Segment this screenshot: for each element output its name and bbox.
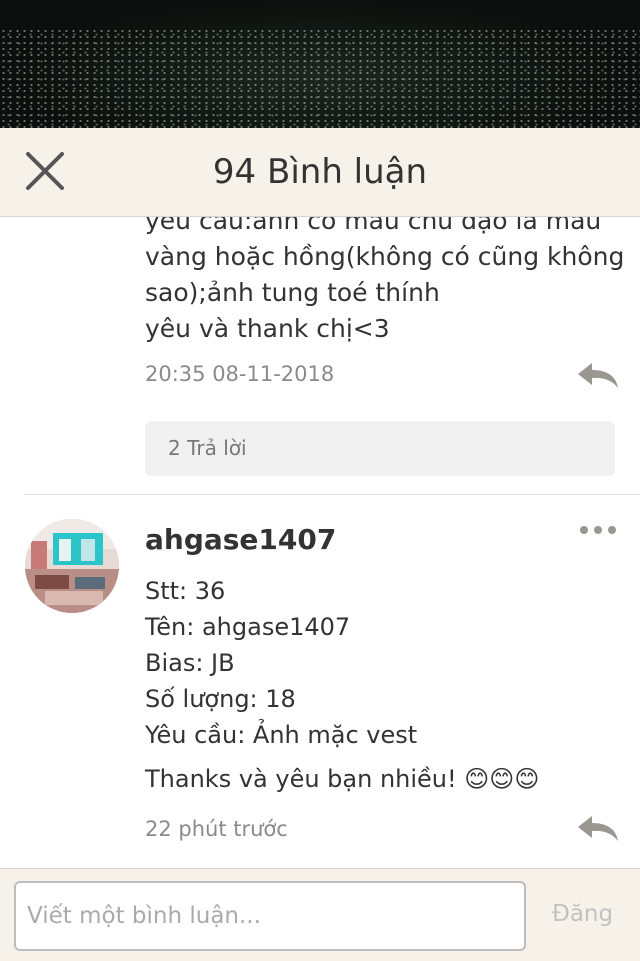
comment-timestamp: 22 phút trước (145, 817, 288, 841)
comment-line: vàng hoặc hồng(không có cũng không (145, 242, 625, 271)
background-photo (0, 0, 640, 130)
comment-input[interactable] (14, 881, 526, 951)
crowd-lights-image (0, 28, 640, 128)
previous-comment-body: yêu cầu:ảnh có màu chủ đạo là màu vàng h… (145, 217, 625, 347)
comment-list[interactable]: yêu cầu:ảnh có màu chủ đạo là màu vàng h… (0, 217, 640, 868)
post-button[interactable]: Đăng (552, 901, 613, 927)
avatar[interactable] (25, 519, 119, 613)
thanks-text: Thanks và yêu bạn nhiều! (145, 765, 457, 793)
comment-line: Bias: JB (145, 649, 235, 677)
comment-line: yêu và thank chị<3 (145, 314, 390, 343)
comment-line: Stt: 36 (145, 577, 226, 605)
comment-composer: Đăng (0, 868, 640, 961)
reply-button[interactable] (576, 814, 620, 842)
comment-timestamp: 20:35 08-11-2018 (145, 362, 335, 386)
comment-line: sao);ảnh tung toé thính (145, 278, 440, 307)
more-dots-icon (580, 526, 616, 534)
more-options-button[interactable] (578, 521, 618, 539)
comment-line: Tên: ahgase1407 (145, 613, 351, 641)
avatar-image (25, 519, 119, 613)
comment-body: Stt: 36 Tên: ahgase1407 Bias: JB Số lượn… (145, 573, 417, 753)
comment-line: Yêu cầu: Ảnh mặc vest (145, 721, 418, 749)
reply-arrow-icon (578, 816, 618, 841)
comment-divider (24, 494, 640, 495)
comments-header: 94 Bình luận (0, 128, 640, 217)
view-replies-button[interactable]: 2 Trả lời (145, 421, 615, 476)
page-title: 94 Bình luận (212, 152, 428, 192)
comment-line: yêu cầu:ảnh có màu chủ đạo là màu (145, 217, 602, 235)
comment-line: Số lượng: 18 (145, 685, 296, 713)
comment-username[interactable]: ahgase1407 (145, 523, 336, 556)
comment-thanks-line: Thanks và yêu bạn nhiều! 😊😊😊 (145, 765, 539, 793)
reply-arrow-icon (578, 363, 618, 388)
smile-emoji-icon: 😊😊😊 (464, 765, 540, 793)
reply-button[interactable] (576, 361, 620, 389)
